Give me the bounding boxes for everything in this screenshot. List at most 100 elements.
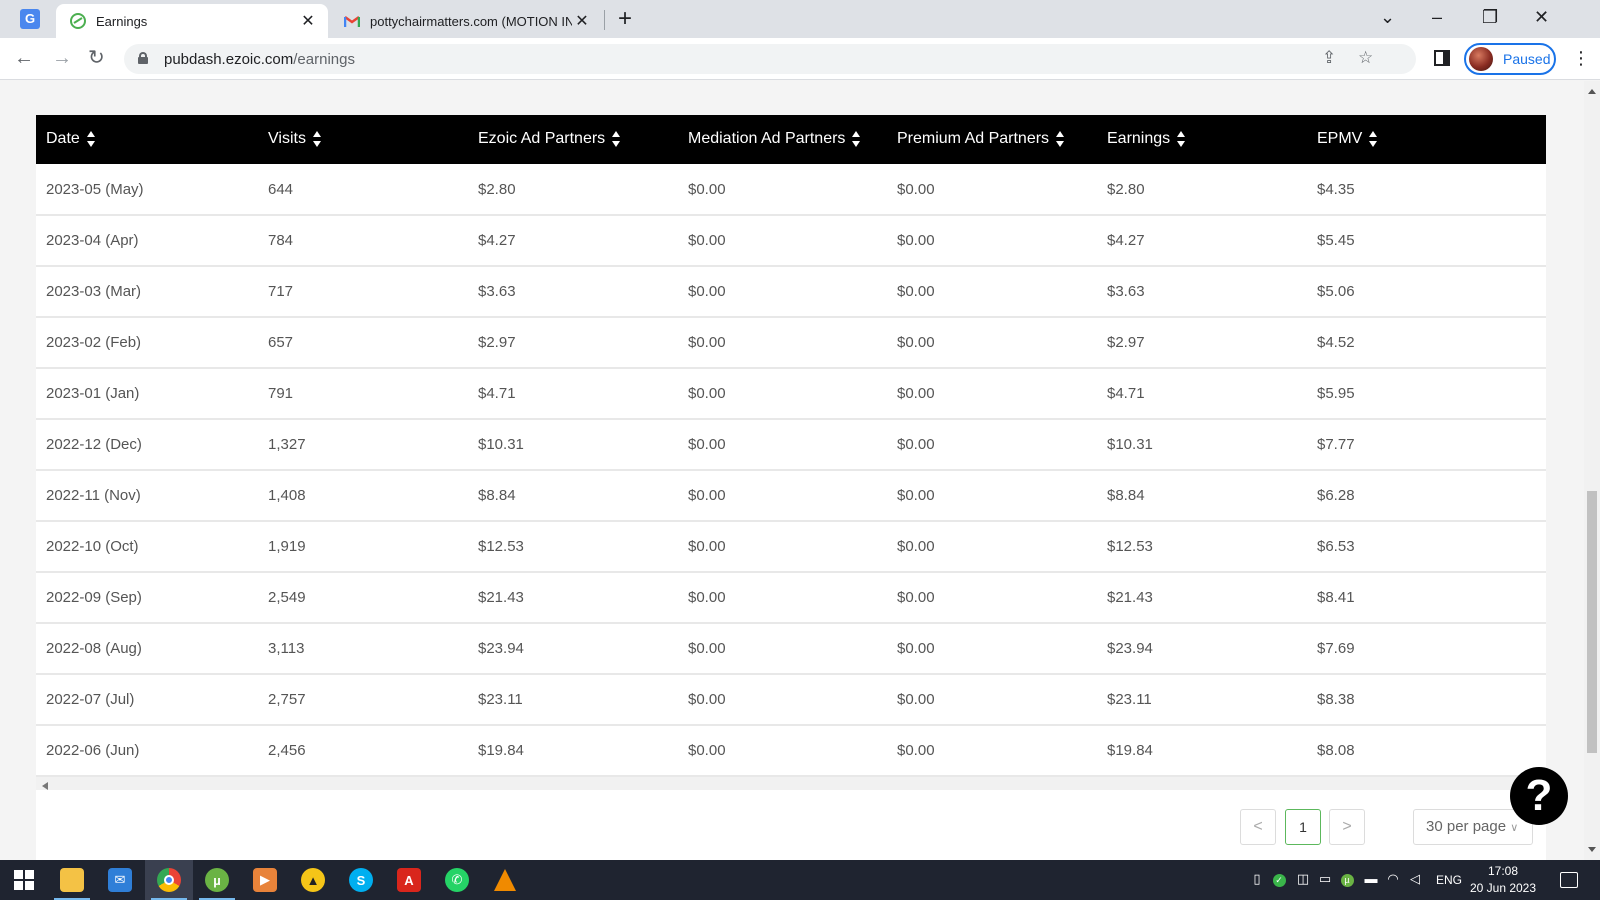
taskbar-skype[interactable]: S <box>337 860 385 900</box>
table-row: 2023-03 (Mar) 717 $3.63 $0.00 $0.00 $3.63 $5.0… <box>36 266 1546 317</box>
table-cell: $0.00 <box>897 232 935 249</box>
table-cell: $3.63 <box>1107 283 1145 300</box>
new-tab-icon[interactable]: + <box>618 7 632 31</box>
system-clock[interactable]: 17:08 20 Jun 2023 <box>1468 863 1538 897</box>
close-tab-icon[interactable]: ✕ <box>572 11 592 31</box>
forward-icon[interactable]: → <box>52 47 72 69</box>
security-check-icon[interactable]: ✓ <box>1272 871 1286 887</box>
table-cell: $2.97 <box>478 334 516 351</box>
table-cell: 2,549 <box>268 589 306 606</box>
notification-icon[interactable] <box>1560 872 1578 888</box>
sort-icon[interactable] <box>612 130 621 148</box>
table-cell: 1,327 <box>268 436 306 453</box>
table-cell: 1,408 <box>268 487 306 504</box>
battery-icon[interactable]: ▬ <box>1364 871 1378 887</box>
chevron-down-icon: ∨ <box>1510 822 1519 834</box>
help-button[interactable]: ? <box>1510 767 1568 825</box>
table-cell: 2022-08 (Aug) <box>46 640 142 657</box>
vertical-scrollbar[interactable] <box>1584 81 1600 860</box>
earnings-table-container: Date Visits Ezoic Ad Partners Mediation … <box>36 115 1546 795</box>
address-bar[interactable]: pubdash.ezoic.com/earnings ⇪ ☆ <box>124 44 1416 74</box>
display-icon[interactable]: ▭ <box>1318 871 1332 887</box>
lock-icon[interactable] <box>138 52 148 64</box>
taskbar-whatsapp[interactable]: ✆ <box>433 860 481 900</box>
scroll-down-icon[interactable] <box>1588 847 1596 852</box>
table-cell: $8.84 <box>478 487 516 504</box>
table-cell: $5.45 <box>1317 232 1355 249</box>
side-panel-icon[interactable] <box>1434 50 1450 66</box>
column-header-epmv[interactable]: EPMV <box>1307 115 1546 164</box>
table-row: 2022-07 (Jul) 2,757 $23.11 $0.00 $0.00 $23.11… <box>36 674 1546 725</box>
table-cell: $0.00 <box>688 385 726 402</box>
usb-icon[interactable]: ▯ <box>1250 871 1264 887</box>
next-page-button[interactable]: > <box>1329 809 1365 845</box>
tab-search-icon[interactable]: ⌄ <box>1380 7 1395 28</box>
start-button[interactable] <box>0 860 48 900</box>
taskbar-acrobat[interactable]: A <box>385 860 433 900</box>
table-cell: 2023-03 (Mar) <box>46 283 142 300</box>
url-text[interactable]: pubdash.ezoic.com/earnings <box>164 51 355 68</box>
bookmark-star-icon[interactable]: ☆ <box>1358 48 1373 68</box>
close-window-icon[interactable]: ✕ <box>1534 7 1549 28</box>
taskbar-file-explorer[interactable] <box>48 860 96 900</box>
folder-icon <box>60 868 84 892</box>
column-header-premium-ad-partners[interactable]: Premium Ad Partners <box>887 115 1097 164</box>
earnings-table: Date Visits Ezoic Ad Partners Mediation … <box>36 115 1546 777</box>
sort-icon[interactable] <box>312 130 321 148</box>
reload-icon[interactable]: ↻ <box>88 47 105 69</box>
volume-icon[interactable]: ◁ <box>1408 871 1422 887</box>
column-header-mediation-ad-partners[interactable]: Mediation Ad Partners <box>678 115 887 164</box>
taskbar-utorrent[interactable]: µ <box>193 860 241 900</box>
scrollbar-thumb[interactable] <box>1587 491 1597 753</box>
taskbar-triangle-app[interactable]: ▲ <box>289 860 337 900</box>
column-header-date[interactable]: Date <box>36 115 258 164</box>
table-cell: $0.00 <box>897 487 935 504</box>
table-row: 2022-11 (Nov) 1,408 $8.84 $0.00 $0.00 $8.84 $6… <box>36 470 1546 521</box>
table-cell: $0.00 <box>688 436 726 453</box>
meet-icon[interactable]: ◫ <box>1296 871 1310 887</box>
minimize-icon[interactable]: – <box>1432 7 1442 28</box>
taskbar-mail[interactable]: ✉ <box>96 860 144 900</box>
page-content: Date Visits Ezoic Ad Partners Mediation … <box>0 81 1584 860</box>
close-tab-icon[interactable]: ✕ <box>298 11 318 31</box>
chrome-icon <box>157 868 181 892</box>
sort-icon[interactable] <box>1056 130 1065 148</box>
sort-icon[interactable] <box>1177 130 1186 148</box>
table-cell: $0.00 <box>688 742 726 759</box>
table-cell: $0.00 <box>897 589 935 606</box>
sort-icon[interactable] <box>1369 130 1378 148</box>
taskbar-vlc[interactable] <box>481 860 529 900</box>
google-translate-icon[interactable]: G <box>20 9 40 29</box>
column-header-earnings[interactable]: Earnings <box>1097 115 1307 164</box>
utorrent-tray-icon[interactable]: µ <box>1340 871 1354 887</box>
restore-icon[interactable]: ❐ <box>1482 7 1498 28</box>
profile-button[interactable]: Paused <box>1464 43 1556 75</box>
taskbar-media-player[interactable]: ▶ <box>241 860 289 900</box>
wifi-icon[interactable]: ◠ <box>1386 871 1400 887</box>
table-cell: $0.00 <box>688 487 726 504</box>
table-cell: 2,456 <box>268 742 306 759</box>
tab-gmail[interactable]: pottychairmatters.com (MOTION IN ✕ <box>330 4 602 38</box>
back-icon[interactable]: ← <box>14 47 34 69</box>
per-page-select[interactable]: 30 per page ∨ <box>1413 809 1533 845</box>
sort-icon[interactable] <box>86 130 95 148</box>
table-cell: 2022-09 (Sep) <box>46 589 142 606</box>
previous-page-button[interactable]: < <box>1240 809 1276 845</box>
table-cell: $8.38 <box>1317 691 1355 708</box>
table-cell: 644 <box>268 180 294 198</box>
table-cell: $23.94 <box>1107 640 1153 657</box>
page-1-button[interactable]: 1 <box>1285 809 1321 845</box>
share-icon[interactable]: ⇪ <box>1322 48 1336 68</box>
language-indicator[interactable]: ENG <box>1436 860 1462 900</box>
column-header-ezoic-ad-partners[interactable]: Ezoic Ad Partners <box>468 115 678 164</box>
column-header-visits[interactable]: Visits <box>258 115 468 164</box>
sort-icon[interactable] <box>852 130 861 148</box>
table-cell: $0.00 <box>897 283 935 300</box>
table-cell: 3,113 <box>268 640 305 657</box>
table-cell: 784 <box>268 232 294 249</box>
taskbar-chrome[interactable] <box>145 860 193 900</box>
menu-icon[interactable]: ⋮ <box>1572 48 1590 69</box>
scroll-up-icon[interactable] <box>1588 89 1596 94</box>
scroll-left-icon[interactable] <box>42 782 48 790</box>
tab-earnings[interactable]: Earnings ✕ <box>56 4 328 38</box>
